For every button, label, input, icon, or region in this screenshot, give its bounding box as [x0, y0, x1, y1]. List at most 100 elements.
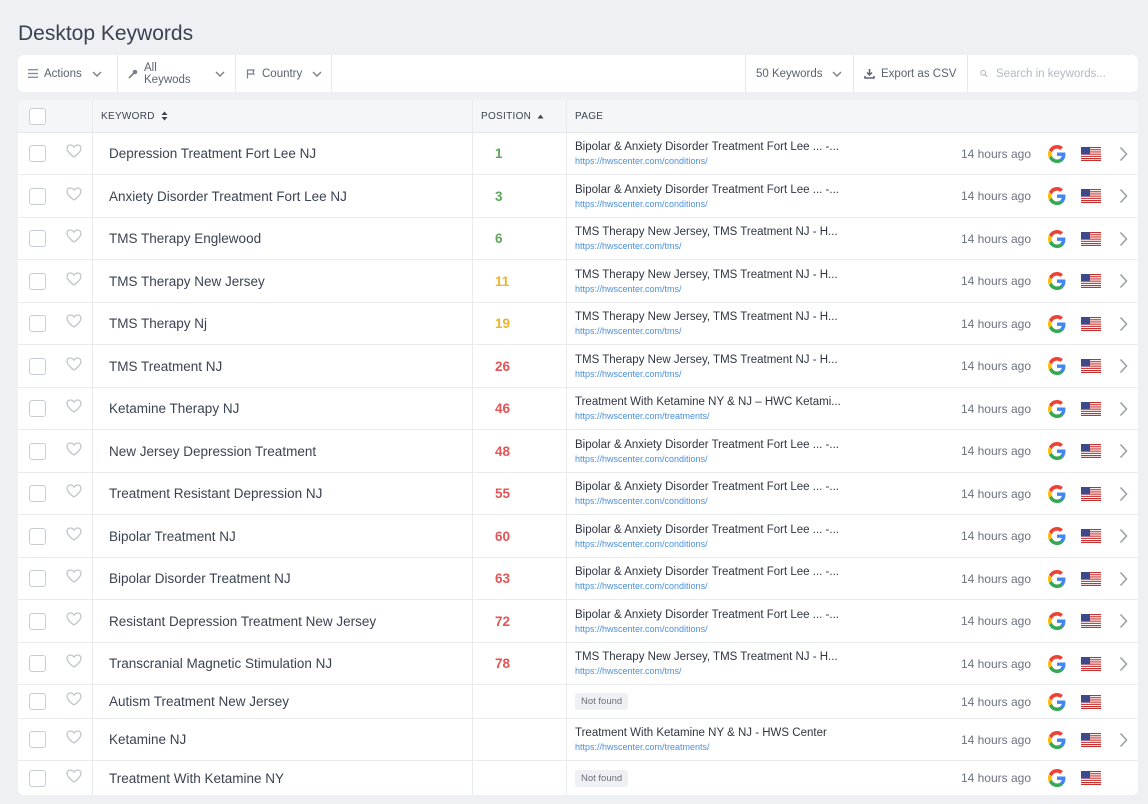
row-checkbox[interactable] [28, 145, 46, 162]
position-cell [472, 719, 566, 760]
chevron-right-icon[interactable] [1119, 146, 1128, 162]
google-icon [1048, 442, 1066, 460]
chevron-right-icon[interactable] [1119, 732, 1128, 748]
row-checkbox-cell [18, 485, 56, 502]
row-checkbox[interactable] [28, 731, 46, 748]
table-row[interactable]: Treatment Resistant Depression NJ 55 Bip… [18, 473, 1138, 515]
heart-icon[interactable] [66, 314, 82, 333]
table-row[interactable]: Anxiety Disorder Treatment Fort Lee NJ 3… [18, 175, 1138, 218]
row-checkbox-cell [18, 612, 56, 630]
last-updated-time: 14 hours ago [960, 732, 1031, 747]
favorite-cell [56, 229, 92, 248]
not-found-badge: Not found [575, 769, 629, 787]
favorite-cell [56, 484, 92, 503]
chevron-right-icon[interactable] [1119, 401, 1128, 417]
last-updated-time: 14 hours ago [960, 656, 1031, 671]
row-checkbox[interactable] [28, 693, 46, 710]
heart-icon[interactable] [66, 441, 82, 461]
export-csv-button[interactable]: Export as CSV [854, 55, 968, 92]
country-dropdown[interactable]: Country [236, 55, 332, 92]
table-row[interactable]: New Jersey Depression Treatment 48 Bipol… [18, 430, 1138, 473]
table-row[interactable]: Depression Treatment Fort Lee NJ 1 Bipol… [18, 133, 1138, 175]
row-checkbox[interactable] [28, 570, 46, 587]
table-row[interactable]: Bipolar Disorder Treatment NJ 63 Bipolar… [18, 558, 1138, 600]
google-icon [1048, 229, 1066, 248]
heart-icon[interactable] [66, 654, 82, 673]
heart-icon[interactable] [66, 526, 82, 546]
us-flag-icon [1081, 486, 1101, 501]
row-checkbox[interactable] [28, 485, 46, 502]
table-row[interactable]: Ketamine Therapy NJ 46 Treatment With Ke… [18, 388, 1138, 430]
keyword-header[interactable]: KEYWORD [92, 100, 472, 132]
heart-icon[interactable] [66, 144, 82, 163]
chevron-right-icon[interactable] [1119, 273, 1128, 289]
chevron-right-icon[interactable] [1119, 188, 1128, 204]
heart-icon[interactable] [66, 730, 82, 749]
favorite-cell [56, 271, 92, 291]
row-checkbox[interactable] [28, 612, 46, 630]
heart-icon[interactable] [66, 186, 82, 206]
row-checkbox-cell [18, 145, 56, 162]
actions-dropdown[interactable]: Actions [18, 55, 118, 92]
heart-icon[interactable] [66, 484, 82, 503]
table-row[interactable]: TMS Treatment NJ 26 TMS Therapy New Jers… [18, 345, 1138, 388]
position-cell: 11 [472, 260, 566, 302]
all-keywords-dropdown[interactable]: All Keywods [118, 55, 236, 92]
chevron-right-icon[interactable] [1119, 231, 1128, 247]
row-checkbox[interactable] [28, 400, 46, 417]
row-checkbox[interactable] [28, 230, 46, 247]
us-flag-icon [1081, 401, 1101, 416]
position-cell: 78 [472, 643, 566, 684]
select-all-checkbox[interactable] [28, 107, 46, 125]
favorite-cell [56, 441, 92, 461]
keyword-cell: Ketamine Therapy NJ [92, 388, 472, 429]
keywords-count-dropdown[interactable]: 50 Keywords [746, 55, 854, 92]
chevron-down-icon [312, 71, 322, 77]
table-row[interactable]: TMS Therapy Nj 19 TMS Therapy New Jersey… [18, 303, 1138, 345]
table-row[interactable]: TMS Therapy New Jersey 11 TMS Therapy Ne… [18, 260, 1138, 303]
last-updated-time: 14 hours ago [960, 614, 1031, 628]
chevron-right-icon[interactable] [1119, 613, 1128, 629]
google-icon [1048, 187, 1066, 205]
heart-icon[interactable] [66, 399, 82, 418]
row-checkbox[interactable] [28, 442, 46, 460]
heart-icon[interactable] [66, 356, 82, 376]
table-row[interactable]: Transcranial Magnetic Stimulation NJ 78 … [18, 643, 1138, 685]
heart-icon[interactable] [66, 229, 82, 248]
table-row[interactable]: Bipolar Treatment NJ 60 Bipolar & Anxiet… [18, 515, 1138, 558]
table-row[interactable]: Ketamine NJ Treatment With Ketamine NY &… [18, 719, 1138, 761]
row-checkbox[interactable] [28, 357, 46, 375]
search-box [968, 55, 1138, 92]
keyword-header-label: KEYWORD [101, 110, 155, 122]
row-checkbox[interactable] [28, 769, 46, 787]
heart-icon[interactable] [66, 611, 82, 631]
row-checkbox[interactable] [28, 315, 46, 332]
chevron-right-icon[interactable] [1119, 316, 1128, 332]
search-input[interactable] [996, 67, 1126, 80]
row-checkbox-cell [18, 527, 56, 545]
position-header[interactable]: POSITION [472, 100, 566, 132]
chevron-right-icon[interactable] [1119, 571, 1128, 587]
table-row[interactable]: TMS Therapy Englewood 6 TMS Therapy New … [18, 218, 1138, 260]
heart-icon[interactable] [66, 692, 82, 711]
heart-icon[interactable] [66, 569, 82, 588]
last-updated-time: 14 hours ago [960, 231, 1031, 246]
table-row[interactable]: Treatment With Ketamine NY Not found 14 … [18, 761, 1138, 795]
heart-icon[interactable] [66, 768, 82, 788]
row-checkbox[interactable] [28, 272, 46, 290]
chevron-right-icon[interactable] [1119, 656, 1128, 672]
chevron-right-icon[interactable] [1119, 528, 1128, 544]
chevron-right-icon[interactable] [1119, 443, 1128, 459]
favorite-cell [56, 654, 92, 673]
heart-icon[interactable] [66, 271, 82, 291]
row-checkbox[interactable] [28, 187, 46, 205]
table-row[interactable]: Resistant Depression Treatment New Jerse… [18, 600, 1138, 643]
row-checkbox[interactable] [28, 527, 46, 545]
us-flag-icon [1081, 732, 1101, 747]
keyword-cell: Bipolar Disorder Treatment NJ [92, 558, 472, 599]
table-row[interactable]: Autism Treatment New Jersey Not found 14… [18, 685, 1138, 719]
row-checkbox[interactable] [28, 655, 46, 672]
favorite-cell [56, 611, 92, 631]
chevron-right-icon[interactable] [1119, 358, 1128, 374]
chevron-right-icon[interactable] [1119, 486, 1128, 502]
